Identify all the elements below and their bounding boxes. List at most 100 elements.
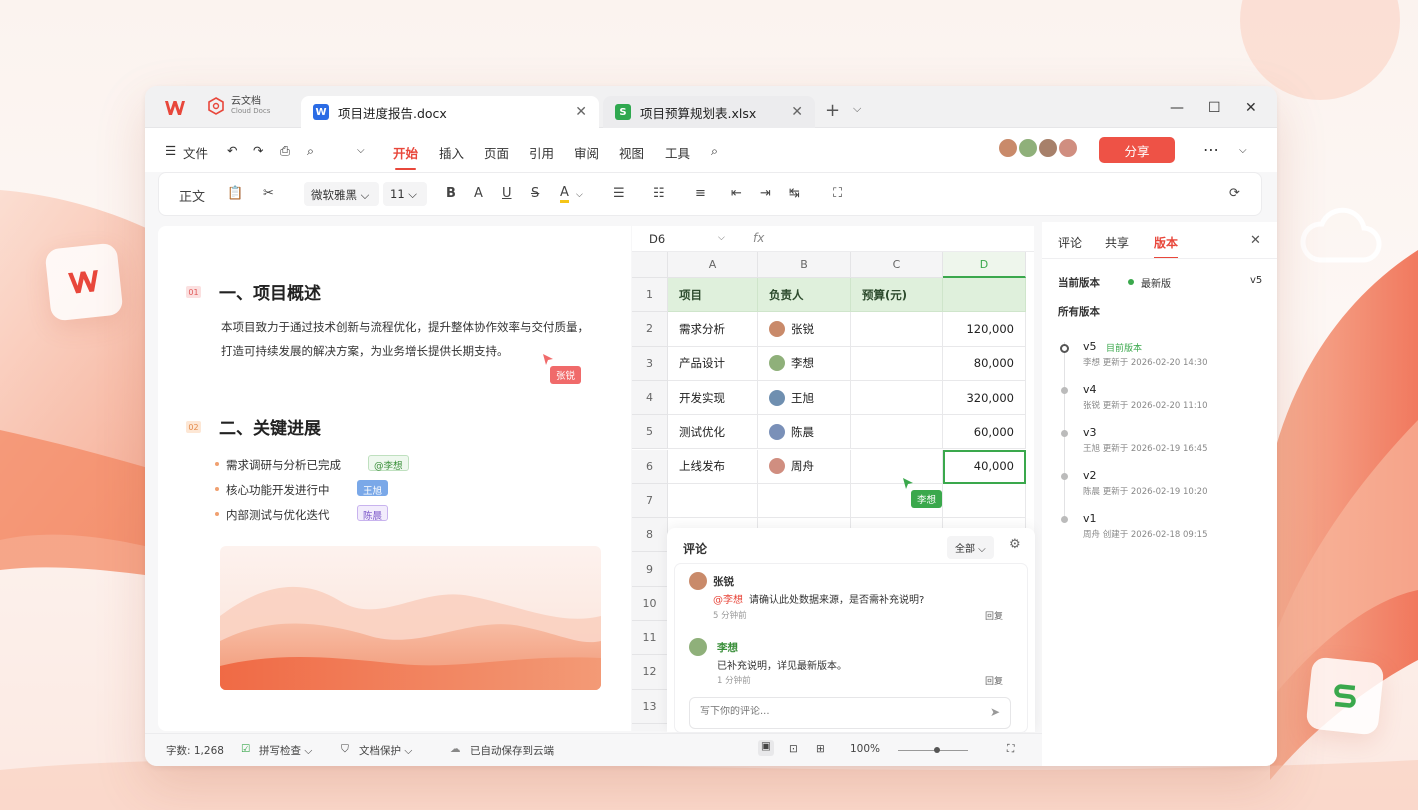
comment-input[interactable] xyxy=(700,706,970,717)
doc-protect[interactable]: 文档保护 ⌵ xyxy=(359,743,412,758)
menu-review[interactable]: 审阅 xyxy=(574,143,599,162)
line-spacing-icon[interactable]: ≡ xyxy=(695,186,706,201)
row-header[interactable]: 7 xyxy=(632,483,668,519)
bold-icon[interactable]: B xyxy=(446,186,456,201)
paragraph-style[interactable]: 正文 xyxy=(179,186,205,205)
table-cell[interactable]: 产品设计 xyxy=(668,346,758,381)
version-number[interactable]: v3 xyxy=(1083,426,1097,439)
gear-icon[interactable]: ⚙ xyxy=(1009,537,1021,552)
comment-input-box[interactable]: ➤ xyxy=(689,697,1011,729)
wps-app-icon[interactable] xyxy=(163,98,187,118)
italic-icon[interactable]: A xyxy=(474,186,483,201)
close-panel-icon[interactable]: ✕ xyxy=(1250,233,1261,248)
document-editor[interactable]: 01 一、项目概述 本项目致力于通过技术创新与流程优化，提升整体协作效率与交付质… xyxy=(158,226,631,731)
cell-reference[interactable]: D6 xyxy=(649,232,665,246)
minimize-icon[interactable]: — xyxy=(1170,100,1184,116)
table-cell[interactable] xyxy=(943,483,1026,519)
table-cell[interactable] xyxy=(851,415,943,450)
collaborator-avatars[interactable] xyxy=(997,137,1079,159)
share-button[interactable]: 分享 xyxy=(1099,137,1175,163)
tab-xlsx[interactable]: S 项目预算规划表.xlsx ✕ xyxy=(603,96,815,128)
read-mode-icon[interactable]: ▣ xyxy=(758,740,774,756)
column-header[interactable]: D xyxy=(943,252,1026,278)
close-tab-icon[interactable]: ✕ xyxy=(575,104,587,120)
table-cell[interactable]: 开发实现 xyxy=(668,380,758,416)
version-number[interactable]: v2 xyxy=(1083,469,1097,482)
menu-insert[interactable]: 插入 xyxy=(439,143,464,162)
row-header[interactable]: 11 xyxy=(632,621,668,656)
font-select[interactable]: 微软雅黑 ⌵ xyxy=(304,182,379,206)
row-header[interactable]: 6 xyxy=(632,449,668,484)
wrap-icon[interactable]: ↹ xyxy=(789,186,800,201)
menu-page[interactable]: 页面 xyxy=(484,143,509,162)
chevron-down-icon[interactable]: ⌵ xyxy=(718,233,725,243)
send-icon[interactable]: ➤ xyxy=(990,705,1000,719)
row-header[interactable]: 2 xyxy=(632,312,668,347)
table-cell[interactable]: 320,000 xyxy=(943,380,1026,416)
assignee-tag[interactable]: 王旭 xyxy=(357,480,389,497)
tab-comments[interactable]: 评论 xyxy=(1058,234,1082,251)
table-cell[interactable]: 预算(元) xyxy=(851,278,943,313)
fullscreen-icon[interactable]: ⛶ xyxy=(1007,743,1014,756)
tab-versions[interactable]: 版本 xyxy=(1154,234,1179,259)
row-header[interactable]: 4 xyxy=(632,380,668,416)
new-tab-icon[interactable]: + xyxy=(825,100,840,121)
table-cell[interactable] xyxy=(668,483,758,519)
table-cell[interactable] xyxy=(851,380,943,416)
menu-reference[interactable]: 引用 xyxy=(529,143,554,162)
zoom-search-icon[interactable]: ⌕ xyxy=(307,143,314,159)
table-cell[interactable]: 项目 xyxy=(668,278,758,313)
row-header[interactable]: 14 xyxy=(632,723,668,731)
chevron-down-icon[interactable]: ⌵ xyxy=(853,102,861,116)
table-cell[interactable]: 需求分析 xyxy=(668,312,758,347)
version-number[interactable]: v5 xyxy=(1083,340,1097,353)
spell-check[interactable]: 拼写检查 ⌵ xyxy=(259,743,312,758)
table-cell[interactable] xyxy=(851,346,943,381)
close-window-icon[interactable]: ✕ xyxy=(1245,100,1257,116)
table-cell[interactable]: 负责人 xyxy=(758,278,851,313)
table-cell[interactable]: 120,000 xyxy=(943,312,1026,347)
sheet-corner[interactable] xyxy=(632,252,668,278)
comment-mention[interactable]: @李想 xyxy=(713,591,743,606)
row-header[interactable]: 8 xyxy=(632,518,668,553)
chevron-down-icon[interactable]: ⌵ xyxy=(576,190,583,200)
comment-filter[interactable]: 全部 ⌵ xyxy=(947,536,994,559)
reply-button[interactable]: 回复 xyxy=(985,609,1003,622)
web-view-icon[interactable]: ⊞ xyxy=(816,743,825,755)
row-header[interactable]: 1 xyxy=(632,278,668,313)
more-icon[interactable]: ⋯ xyxy=(1203,140,1219,159)
font-color-icon[interactable]: A xyxy=(560,186,569,203)
menu-home[interactable]: 开始 xyxy=(393,143,418,170)
row-header[interactable]: 12 xyxy=(632,655,668,690)
tab-docx[interactable]: W 项目进度报告.docx ✕ xyxy=(301,96,599,128)
chevron-down-icon[interactable]: ⌵ xyxy=(357,145,365,156)
tab-share[interactable]: 共享 xyxy=(1105,234,1129,251)
select-area-icon[interactable]: ⛶ xyxy=(833,186,842,201)
chevron-down-icon[interactable]: ⌵ xyxy=(1239,145,1247,156)
table-cell[interactable] xyxy=(758,483,851,519)
menu-view[interactable]: 视图 xyxy=(619,143,644,162)
hamburger-icon[interactable]: ☰ xyxy=(165,143,176,158)
redo-icon[interactable]: ↷ xyxy=(253,143,263,158)
table-cell[interactable]: 上线发布 xyxy=(668,449,758,484)
reply-button[interactable]: 回复 xyxy=(985,674,1003,687)
undo-icon[interactable]: ↶ xyxy=(227,143,237,158)
cut-icon[interactable]: ✂ xyxy=(263,186,274,201)
search-icon[interactable]: ⌕ xyxy=(711,143,718,159)
underline-icon[interactable]: U xyxy=(502,186,512,201)
table-cell[interactable]: 60,000 xyxy=(943,415,1026,450)
table-cell[interactable]: 陈晨 xyxy=(758,415,851,450)
table-cell[interactable]: 周舟 xyxy=(758,449,851,484)
row-header[interactable]: 5 xyxy=(632,415,668,450)
column-header[interactable]: A xyxy=(668,252,758,278)
table-cell[interactable] xyxy=(851,449,943,484)
version-number[interactable]: v4 xyxy=(1083,383,1097,396)
close-tab-icon[interactable]: ✕ xyxy=(791,104,803,120)
collapse-toolbar-icon[interactable]: ⟳ xyxy=(1229,186,1240,201)
row-header[interactable]: 3 xyxy=(632,346,668,381)
menu-tools[interactable]: 工具 xyxy=(665,143,690,162)
align-icon[interactable]: ☰ xyxy=(613,186,625,201)
table-cell[interactable]: 李想 xyxy=(758,346,851,381)
menu-file[interactable]: 文件 xyxy=(183,143,208,162)
row-header[interactable]: 13 xyxy=(632,689,668,724)
